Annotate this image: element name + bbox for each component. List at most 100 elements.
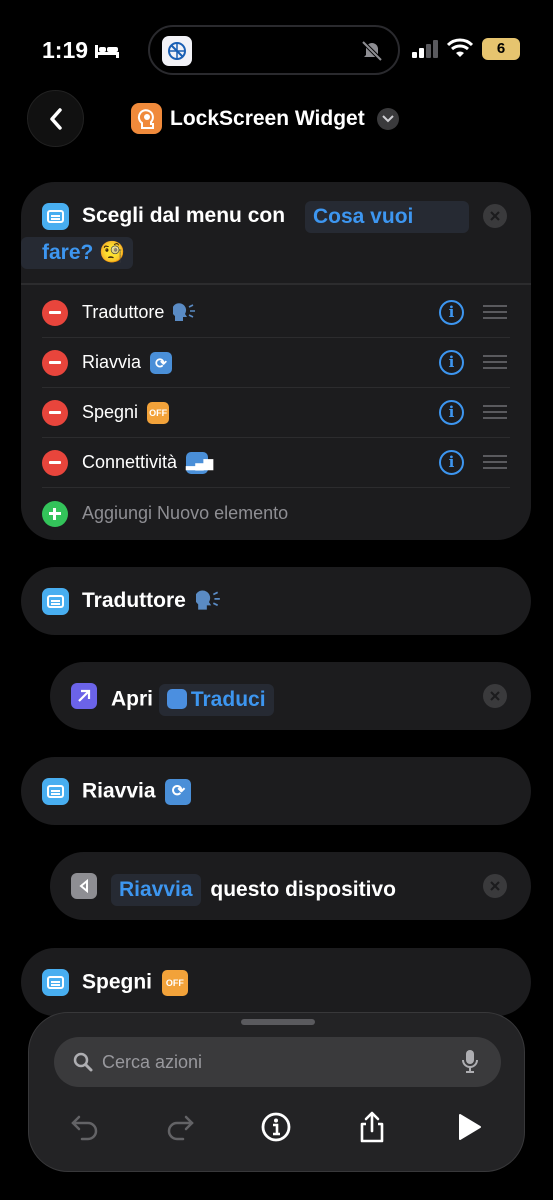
menu-icon bbox=[42, 778, 69, 805]
restart-text: Riavvia questo dispositivo bbox=[111, 874, 396, 906]
restart-device-action[interactable]: Riavvia questo dispositivo bbox=[50, 852, 531, 920]
dynamic-island bbox=[148, 25, 400, 75]
undo-button[interactable] bbox=[67, 1109, 103, 1145]
open-arrow-icon bbox=[71, 683, 97, 709]
redo-icon bbox=[167, 1115, 194, 1141]
search-actions-field[interactable]: Cerca azioni bbox=[54, 1037, 501, 1087]
sleep-bed-icon bbox=[95, 44, 120, 58]
menu-action-header: Scegli dal menu con Cosa vuoi fare? 🧐 bbox=[21, 182, 531, 285]
delete-item-icon[interactable] bbox=[42, 400, 68, 426]
info-icon[interactable]: i bbox=[439, 400, 464, 425]
menu-icon bbox=[42, 969, 69, 996]
info-icon[interactable]: i bbox=[439, 300, 464, 325]
cellular-signal-icon bbox=[412, 40, 438, 58]
delete-item-icon[interactable] bbox=[42, 450, 68, 476]
microphone-icon[interactable] bbox=[461, 1049, 479, 1075]
open-app-action[interactable]: Apri Traduci bbox=[50, 662, 531, 730]
silent-mode-icon bbox=[360, 39, 384, 68]
restart-target: questo dispositivo bbox=[210, 877, 396, 901]
app-name: Traduci bbox=[190, 688, 266, 711]
menu-item-label: Traduttore bbox=[82, 302, 165, 322]
menu-item-label: Connettività bbox=[82, 452, 178, 472]
add-item-label: Aggiungi Nuovo elemento bbox=[82, 503, 289, 523]
run-shortcut-button[interactable] bbox=[451, 1109, 487, 1145]
menu-icon bbox=[42, 588, 69, 615]
chevron-down-icon[interactable] bbox=[376, 107, 399, 130]
sheet-grabber[interactable] bbox=[241, 1019, 315, 1025]
app-parameter-chip[interactable]: Traduci bbox=[158, 684, 274, 716]
menu-icon bbox=[42, 203, 69, 230]
cycle-arrows-icon: ⟳ bbox=[150, 352, 173, 375]
undo-icon bbox=[71, 1115, 98, 1141]
share-icon bbox=[360, 1111, 384, 1143]
menu-item-traduttore[interactable]: Traduttore i bbox=[42, 288, 510, 338]
plus-icon bbox=[42, 501, 68, 527]
clock: 1:19 bbox=[42, 37, 120, 64]
info-icon bbox=[261, 1112, 291, 1142]
menu-item-label-wrap: Traduttore bbox=[82, 302, 197, 323]
shortcut-title-menu[interactable]: LockScreen Widget bbox=[131, 103, 399, 134]
shortcut-info-button[interactable] bbox=[258, 1109, 294, 1145]
menu-item-riavvia[interactable]: Riavvia ⟳ i bbox=[42, 338, 510, 388]
close-icon bbox=[490, 691, 500, 701]
remove-action-button[interactable] bbox=[483, 684, 507, 708]
drag-handle-icon[interactable] bbox=[483, 405, 507, 419]
menu-item-label-wrap: Spegni OFF bbox=[82, 402, 170, 425]
menu-item-label: Spegni bbox=[82, 402, 139, 422]
redo-button[interactable] bbox=[162, 1109, 198, 1145]
drag-handle-icon[interactable] bbox=[483, 355, 507, 369]
chevron-left-icon bbox=[49, 107, 62, 130]
menu-case-traduttore[interactable]: Traduttore bbox=[21, 567, 531, 635]
menu-item-spegni[interactable]: Spegni OFF i bbox=[42, 388, 510, 438]
cycle-arrows-icon: ⟳ bbox=[165, 779, 192, 805]
menu-prompt-field[interactable]: Cosa vuoi bbox=[305, 201, 469, 233]
case-label: Traduttore bbox=[82, 589, 186, 612]
status-bar: 1:19 6 bbox=[0, 0, 553, 96]
menu-case-riavvia[interactable]: Riavvia ⟳ bbox=[21, 757, 531, 825]
menu-item-label: Riavvia bbox=[82, 352, 142, 372]
remove-action-button[interactable] bbox=[483, 874, 507, 898]
power-control-icon bbox=[71, 873, 97, 899]
brain-head-icon bbox=[131, 103, 162, 134]
case-label-wrap: Traduttore bbox=[82, 589, 222, 613]
delete-item-icon[interactable] bbox=[42, 300, 68, 326]
menu-case-spegni[interactable]: Spegni OFF bbox=[21, 948, 531, 1016]
open-verb: Apri bbox=[111, 687, 153, 711]
drag-handle-icon[interactable] bbox=[483, 455, 507, 469]
menu-prompt-field-continued[interactable]: fare? 🧐 bbox=[21, 237, 134, 269]
menu-item-connettivita[interactable]: Connettività ▂▄▆ i bbox=[42, 438, 510, 488]
remove-action-button[interactable] bbox=[483, 204, 507, 228]
speaking-head-icon bbox=[195, 590, 220, 611]
case-label-wrap: Spegni OFF bbox=[82, 970, 188, 996]
close-icon bbox=[490, 211, 500, 221]
info-icon[interactable]: i bbox=[439, 350, 464, 375]
battery-indicator: 6 bbox=[482, 38, 520, 60]
action-search-sheet[interactable]: Cerca azioni bbox=[28, 1012, 525, 1172]
open-app-text: Apri Traduci bbox=[111, 684, 274, 716]
restart-mode-chip[interactable]: Riavvia bbox=[111, 874, 201, 906]
antenna-bars-icon: ▂▄▆ bbox=[186, 452, 213, 475]
case-label-wrap: Riavvia ⟳ bbox=[82, 779, 192, 805]
menu-item-label-wrap: Riavvia ⟳ bbox=[82, 352, 173, 375]
search-icon bbox=[73, 1052, 93, 1072]
back-button[interactable] bbox=[27, 90, 84, 147]
mobile-phone-off-icon: OFF bbox=[161, 970, 188, 996]
choose-from-menu-action[interactable]: Scegli dal menu con Cosa vuoi fare? 🧐 Tr… bbox=[21, 182, 531, 540]
speaking-head-icon bbox=[173, 303, 196, 322]
close-icon bbox=[490, 881, 500, 891]
shortcuts-app-icon bbox=[162, 36, 192, 66]
case-label: Riavvia bbox=[82, 779, 156, 803]
info-icon[interactable]: i bbox=[439, 450, 464, 475]
wifi-icon bbox=[447, 38, 473, 57]
search-placeholder: Cerca azioni bbox=[102, 1052, 203, 1072]
clock-text: 1:19 bbox=[42, 37, 89, 63]
share-button[interactable] bbox=[354, 1109, 390, 1145]
drag-handle-icon[interactable] bbox=[483, 305, 507, 319]
menu-action-title: Scegli dal menu con bbox=[82, 204, 286, 227]
shortcut-title: LockScreen Widget bbox=[170, 106, 365, 130]
translate-app-icon bbox=[166, 689, 187, 709]
mobile-phone-off-icon: OFF bbox=[147, 402, 170, 425]
case-label: Spegni bbox=[82, 970, 153, 994]
delete-item-icon[interactable] bbox=[42, 350, 68, 376]
play-icon bbox=[459, 1114, 481, 1140]
